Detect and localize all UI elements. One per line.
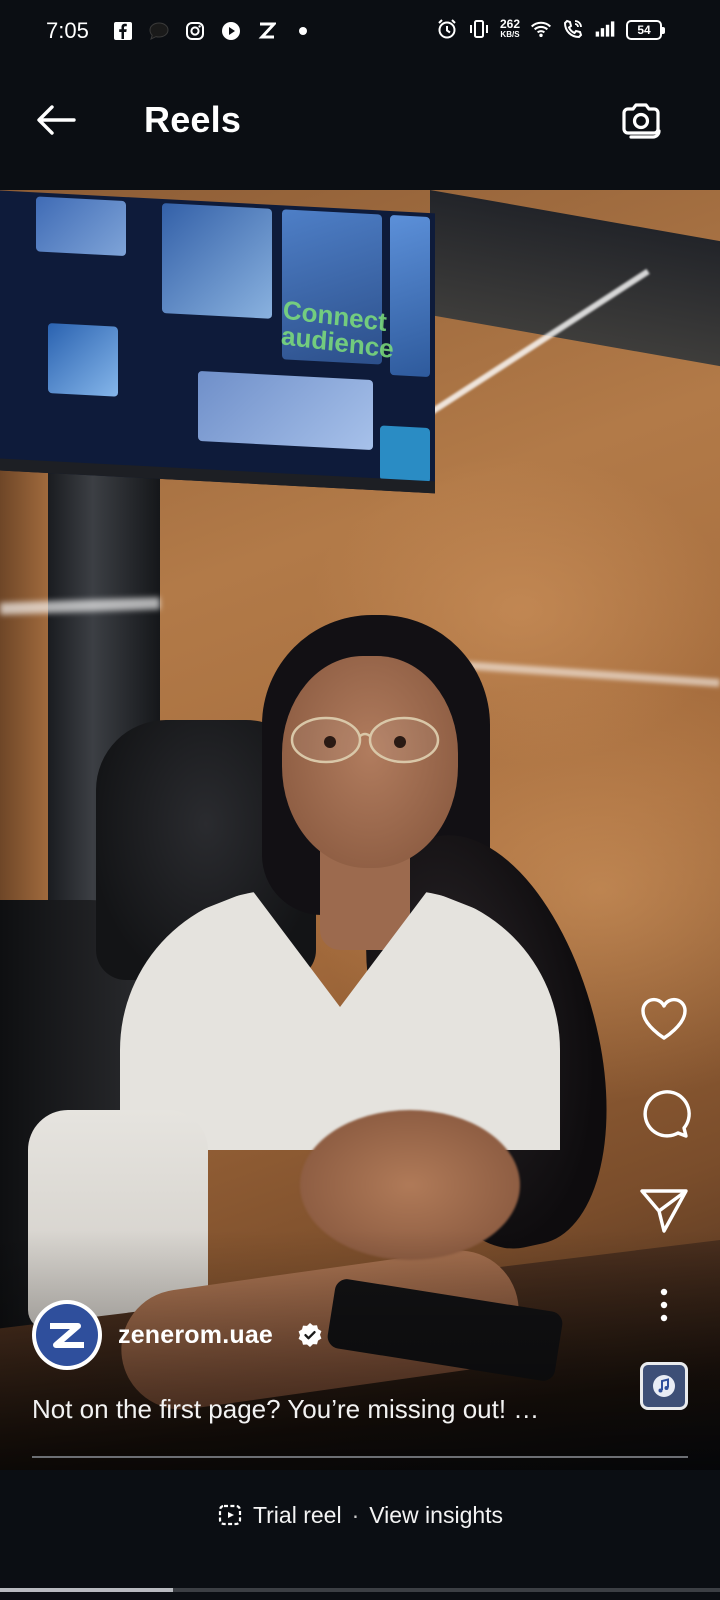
tv-tile xyxy=(380,425,430,484)
verified-badge-icon xyxy=(298,1323,322,1347)
back-button[interactable] xyxy=(30,94,82,146)
network-speed-value: 262 xyxy=(499,17,520,31)
ceiling xyxy=(430,190,720,367)
comment-button[interactable] xyxy=(635,1086,693,1144)
send-icon xyxy=(640,1189,688,1233)
camera-button[interactable] xyxy=(616,94,668,146)
system-icons: 262 KB/S xyxy=(436,18,616,40)
tv-tile xyxy=(198,370,373,451)
arrow-left-icon xyxy=(37,105,76,135)
reel-caption[interactable]: Not on the first page? You’re missing ou… xyxy=(32,1394,539,1425)
tv-tile xyxy=(36,196,126,257)
zenerom-logo-icon xyxy=(36,1304,98,1366)
action-rail xyxy=(634,990,694,1410)
playback-progress-bar[interactable] xyxy=(0,1588,720,1592)
heart-icon xyxy=(641,997,687,1040)
facebook-icon xyxy=(112,20,134,42)
camera-icon xyxy=(622,103,661,139)
network-speed-unit: KB/S xyxy=(500,30,520,39)
play-icon xyxy=(220,20,242,42)
z-icon xyxy=(256,20,278,42)
wifi-icon xyxy=(530,18,552,40)
battery-indicator: 54 xyxy=(626,20,665,40)
wifi-call-icon xyxy=(562,18,584,40)
status-bar: 7:05 262 KB/S 54 xyxy=(0,0,720,64)
view-insights-link[interactable]: View insights xyxy=(369,1502,503,1529)
share-button[interactable] xyxy=(635,1180,693,1238)
more-options-button[interactable] xyxy=(635,1276,693,1334)
chat-bubble-icon xyxy=(148,20,170,42)
playback-progress-fill xyxy=(0,1588,173,1592)
vibrate-icon xyxy=(468,18,490,40)
tv-tile xyxy=(390,214,430,378)
tv-text: Connect audience xyxy=(280,294,395,364)
divider xyxy=(32,1456,688,1458)
separator-dot: · xyxy=(351,1501,360,1528)
signal-icon xyxy=(594,18,616,40)
top-app-bar: Reels xyxy=(0,64,720,190)
instagram-icon xyxy=(184,20,206,42)
avatar[interactable] xyxy=(32,1300,102,1370)
glasses xyxy=(290,716,440,764)
trial-reel-bar[interactable]: Trial reel · View insights xyxy=(0,1470,720,1560)
clock: 7:05 xyxy=(46,18,89,43)
alarm-icon xyxy=(436,18,458,40)
username[interactable]: zenerom.uae xyxy=(118,1321,273,1350)
music-icon xyxy=(653,1375,675,1397)
network-speed: 262 KB/S xyxy=(499,17,520,39)
wall-reflection xyxy=(460,660,720,688)
more-vertical-icon xyxy=(660,1288,668,1322)
reel-video[interactable]: Connect audience xyxy=(0,190,720,1470)
reel-author[interactable]: zenerom.uae xyxy=(32,1300,323,1370)
trial-reel-label: Trial reel xyxy=(252,1501,342,1528)
page-title: Reels xyxy=(144,99,242,140)
notification-icons xyxy=(112,20,314,42)
dot-icon xyxy=(292,20,314,42)
audio-thumbnail[interactable] xyxy=(640,1362,688,1410)
wall-tv-screen: Connect audience xyxy=(0,190,435,494)
trial-reel-icon xyxy=(218,1504,242,1526)
like-button[interactable] xyxy=(635,990,693,1048)
tv-tile xyxy=(162,203,272,319)
comment-icon xyxy=(643,1090,691,1138)
tv-tile xyxy=(48,323,118,397)
